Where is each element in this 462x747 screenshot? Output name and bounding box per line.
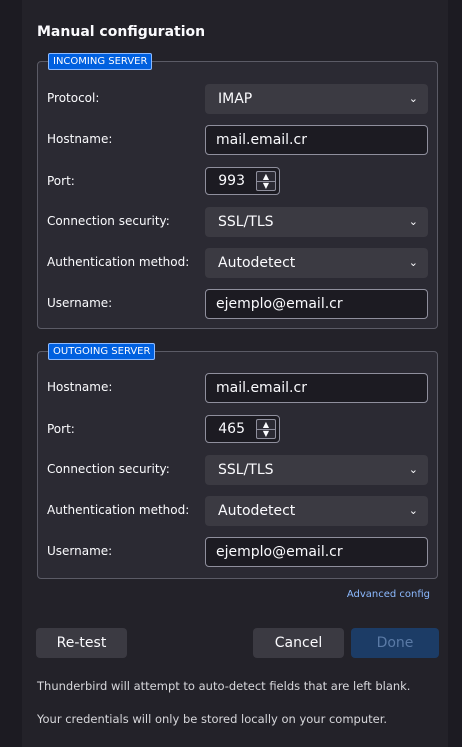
outgoing-port-label: Port: [47,422,75,436]
incoming-security-select[interactable]: SSL/TLS ⌄ [205,207,428,237]
incoming-security-value: SSL/TLS [218,214,274,230]
outgoing-server-legend: OUTGOING SERVER [48,343,156,360]
incoming-auth-row: Authentication method: Autodetect ⌄ [38,248,437,278]
outgoing-security-value: SSL/TLS [218,462,274,478]
chevron-down-icon: ⌄ [408,256,418,269]
chevron-down-icon: ⌄ [408,92,418,105]
outgoing-port-spinner[interactable]: ▲ ▼ [256,419,276,439]
incoming-protocol-select[interactable]: IMAP ⌄ [205,84,428,114]
incoming-security-row: Connection security: SSL/TLS ⌄ [38,207,437,237]
outgoing-auth-value: Autodetect [218,503,296,519]
outgoing-hostname-label: Hostname: [47,380,113,394]
chevron-down-icon[interactable]: ▼ [257,429,275,438]
outgoing-security-row: Connection security: SSL/TLS ⌄ [38,455,437,485]
incoming-protocol-value: IMAP [218,91,253,107]
chevron-down-icon: ⌄ [408,504,418,517]
incoming-port-spinner[interactable]: ▲ ▼ [256,171,276,191]
outgoing-hostname-input[interactable]: mail.email.cr [205,373,428,403]
credentials-note: Your credentials will only be stored loc… [37,712,388,726]
incoming-auth-label: Authentication method: [47,255,190,269]
retest-button[interactable]: Re-test [36,628,127,658]
incoming-security-label: Connection security: [47,214,170,228]
incoming-username-label: Username: [47,296,113,310]
done-button[interactable]: Done [351,628,439,658]
outgoing-security-select[interactable]: SSL/TLS ⌄ [205,455,428,485]
chevron-down-icon: ⌄ [408,463,418,476]
chevron-down-icon: ⌄ [408,215,418,228]
incoming-port-row: Port: 993 ▲ ▼ [38,167,437,197]
incoming-protocol-row: Protocol: IMAP ⌄ [38,84,437,114]
incoming-username-row: Username: ejemplo@email.cr [38,289,437,319]
incoming-port-value: 993 [218,173,245,189]
outgoing-security-label: Connection security: [47,462,170,476]
autodetect-note: Thunderbird will attempt to auto-detect … [37,679,411,693]
cancel-button[interactable]: Cancel [253,628,344,658]
incoming-auth-value: Autodetect [218,255,296,271]
incoming-hostname-input[interactable]: mail.email.cr [205,125,428,155]
outgoing-hostname-row: Hostname: mail.email.cr [38,373,437,403]
outgoing-username-label: Username: [47,544,113,558]
incoming-hostname-row: Hostname: mail.email.cr [38,125,437,155]
outgoing-server-fieldset: OUTGOING SERVER Hostname: mail.email.cr … [37,343,438,579]
incoming-server-legend: INCOMING SERVER [48,53,153,70]
incoming-username-input[interactable]: ejemplo@email.cr [205,289,428,319]
page-title: Manual configuration [37,24,206,40]
incoming-hostname-label: Hostname: [47,132,113,146]
outgoing-username-row: Username: ejemplo@email.cr [38,537,437,567]
incoming-protocol-label: Protocol: [47,91,100,105]
advanced-config-link[interactable]: Advanced config [347,589,430,600]
outgoing-auth-row: Authentication method: Autodetect ⌄ [38,496,437,526]
outgoing-port-value: 465 [218,421,245,437]
outgoing-auth-select[interactable]: Autodetect ⌄ [205,496,428,526]
incoming-port-label: Port: [47,174,75,188]
outgoing-port-row: Port: 465 ▲ ▼ [38,415,437,445]
outgoing-username-input[interactable]: ejemplo@email.cr [205,537,428,567]
incoming-server-fieldset: INCOMING SERVER Protocol: IMAP ⌄ Hostnam… [37,53,438,329]
incoming-port-stepper[interactable]: 993 ▲ ▼ [205,167,280,195]
outgoing-auth-label: Authentication method: [47,503,190,517]
incoming-auth-select[interactable]: Autodetect ⌄ [205,248,428,278]
outgoing-port-stepper[interactable]: 465 ▲ ▼ [205,415,280,443]
chevron-down-icon[interactable]: ▼ [257,181,275,190]
